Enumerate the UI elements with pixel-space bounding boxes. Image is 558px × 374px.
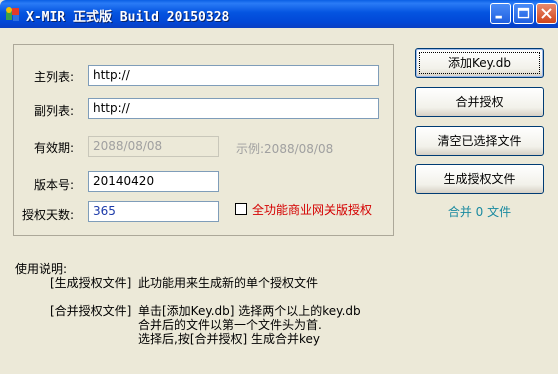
usage-generate-tag: [生成授权文件] bbox=[50, 276, 132, 290]
sub-list-input[interactable]: http:// bbox=[88, 98, 379, 119]
expiry-label: 有效期: bbox=[33, 141, 74, 155]
minimize-button[interactable] bbox=[490, 3, 511, 24]
merge-file-count: 合并 0 文件 bbox=[447, 205, 512, 219]
version-input[interactable]: 20140420 bbox=[88, 171, 219, 192]
add-key-db-button[interactable]: 添加Key.db bbox=[415, 48, 544, 78]
version-label: 版本号: bbox=[33, 178, 74, 192]
window-title: X-MIR 正式版 Build 20150328 bbox=[26, 10, 230, 25]
minimize-icon bbox=[495, 15, 502, 19]
merge-auth-button[interactable]: 合并授权 bbox=[415, 87, 544, 117]
usage-merge-tag: [合并授权文件] bbox=[50, 304, 132, 318]
main-list-input[interactable]: http:// bbox=[88, 65, 379, 86]
title-bar[interactable]: X-MIR 正式版 Build 20150328 bbox=[0, 0, 558, 28]
expiry-example: 示例:2088/08/08 bbox=[236, 142, 334, 156]
close-button[interactable] bbox=[536, 3, 557, 24]
full-feature-label[interactable]: 全功能商业网关版授权 bbox=[252, 201, 372, 218]
auth-days-label: 授权天数: bbox=[21, 208, 74, 222]
maximize-icon bbox=[517, 7, 530, 19]
app-icon bbox=[6, 7, 19, 21]
full-feature-checkbox[interactable] bbox=[235, 203, 247, 215]
expiry-input: 2088/08/08 bbox=[88, 136, 219, 157]
generate-auth-file-button[interactable]: 生成授权文件 bbox=[415, 164, 544, 194]
main-list-label: 主列表: bbox=[33, 70, 74, 84]
usage-generate-desc: 此功能用来生成新的单个授权文件 bbox=[138, 276, 319, 290]
sub-list-label: 副列表: bbox=[33, 104, 74, 118]
close-icon bbox=[541, 8, 552, 19]
clear-selected-files-button[interactable]: 清空已选择文件 bbox=[415, 126, 544, 156]
usage-merge-line3: 选择后,按[合并授权] 生成合并key bbox=[138, 332, 320, 346]
auth-days-input[interactable]: 365 bbox=[88, 201, 219, 222]
maximize-button[interactable] bbox=[513, 3, 534, 24]
